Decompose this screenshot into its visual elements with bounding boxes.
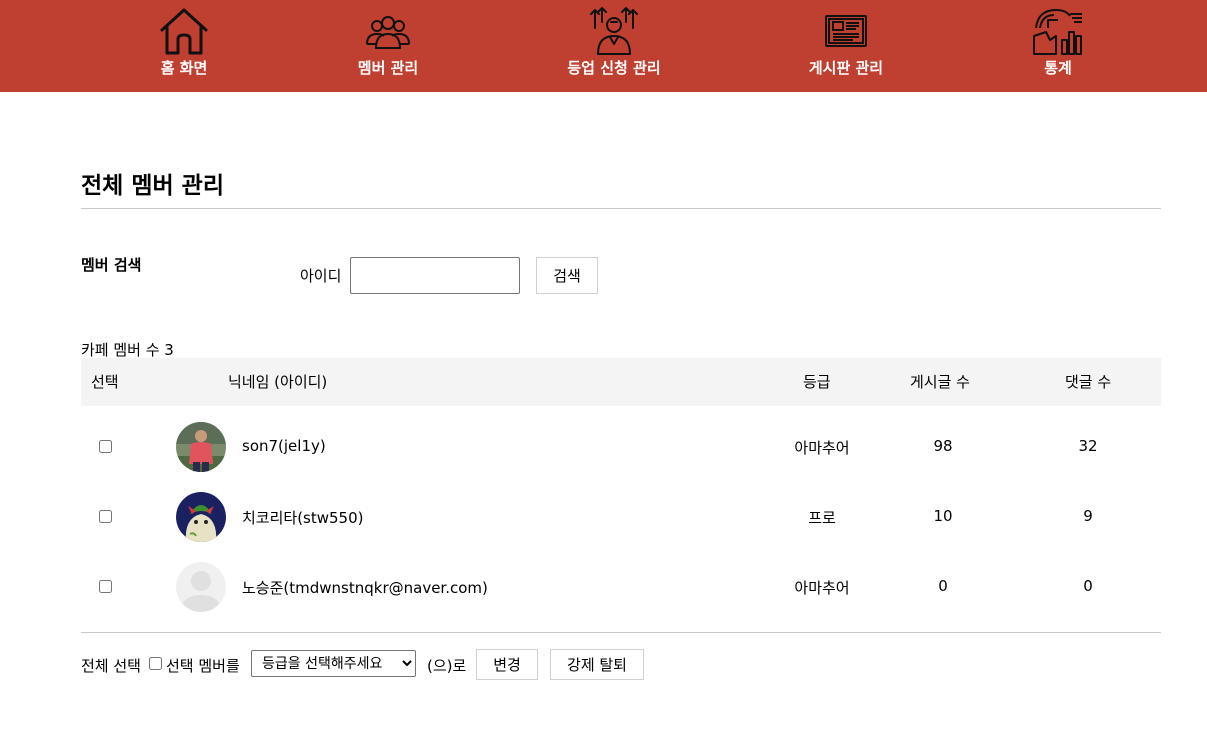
grade-suffix-label: (으)로 — [427, 657, 467, 675]
grade-select[interactable]: 등급을 선택해주세요 — [251, 650, 416, 677]
home-icon — [160, 8, 208, 55]
nav-label-home: 홈 화면 — [160, 59, 208, 77]
select-all-checkbox[interactable] — [149, 657, 162, 670]
member-comment-count: 0 — [1083, 577, 1093, 595]
column-header-name: 닉네임 (아이디) — [228, 373, 328, 391]
row-select-checkbox[interactable] — [99, 510, 112, 523]
avatar — [176, 422, 226, 472]
change-grade-button[interactable]: 변경 — [476, 649, 538, 680]
member-post-count: 10 — [933, 507, 953, 525]
nav-item-home[interactable]: 홈 화면 — [134, 0, 234, 92]
member-grade: 아마추어 — [794, 579, 850, 597]
member-name: 치코리타(stw550) — [242, 509, 364, 527]
row-select-checkbox[interactable] — [99, 440, 112, 453]
search-button[interactable]: 검색 — [536, 257, 598, 294]
column-header-grade: 등급 — [803, 373, 831, 391]
select-all-label: 전체 선택 — [81, 657, 141, 675]
column-header-comments: 댓글 수 — [1065, 373, 1112, 391]
member-name: 노승준(tmdwnstnqkr@naver.com) — [242, 579, 488, 597]
people-group-icon — [366, 16, 410, 49]
user-upgrade-icon — [590, 7, 638, 55]
nav-item-upgrade-requests[interactable]: 등업 신청 관리 — [554, 0, 674, 92]
force-withdraw-button[interactable]: 강제 탈퇴 — [550, 649, 644, 680]
table-row: 치코리타(stw550) 프로 10 9 — [81, 482, 1161, 552]
avatar — [176, 492, 226, 542]
member-name: son7(jel1y) — [242, 437, 326, 455]
nav-item-statistics[interactable]: 통계 — [1008, 0, 1108, 92]
search-id-label: 아이디 — [300, 267, 342, 285]
nav-label-upgrade-requests: 등업 신청 관리 — [567, 59, 661, 77]
member-comment-count: 32 — [1078, 437, 1098, 455]
title-divider — [81, 208, 1161, 209]
search-input[interactable] — [350, 257, 520, 294]
table-row: 노승준(tmdwnstnqkr@naver.com) 아마추어 0 0 — [81, 552, 1161, 622]
row-select-checkbox[interactable] — [99, 580, 112, 593]
avatar — [176, 562, 226, 612]
nav-label-members: 멤버 관리 — [357, 59, 419, 77]
statistics-icon — [1033, 9, 1082, 55]
member-post-count: 98 — [933, 437, 953, 455]
member-grade: 프로 — [808, 509, 836, 527]
member-grade: 아마추어 — [794, 439, 850, 457]
member-count: 카페 멤버 수 3 — [81, 341, 174, 359]
table-header: 선택 닉네임 (아이디) 등급 게시글 수 댓글 수 — [81, 358, 1161, 406]
nav-label-statistics: 통계 — [1044, 59, 1072, 77]
nav-item-members[interactable]: 멤버 관리 — [338, 0, 438, 92]
table-bottom-divider — [81, 632, 1161, 633]
nav-item-board[interactable]: 게시판 관리 — [796, 0, 896, 92]
table-row: son7(jel1y) 아마추어 98 32 — [81, 412, 1161, 482]
member-comment-count: 9 — [1083, 507, 1093, 525]
board-icon — [825, 15, 867, 47]
member-post-count: 0 — [938, 577, 948, 595]
nav-label-board: 게시판 관리 — [808, 59, 884, 77]
column-header-posts: 게시글 수 — [910, 373, 970, 391]
page-title: 전체 멤버 관리 — [81, 173, 224, 199]
top-navigation-bar: 홈 화면 멤버 관리 등업 신청 관리 게시판 관리 통계 — [0, 0, 1207, 92]
selected-members-label: 선택 멤버를 — [166, 657, 240, 675]
search-heading: 멤버 검색 — [81, 256, 142, 274]
column-header-select: 선택 — [91, 373, 119, 391]
